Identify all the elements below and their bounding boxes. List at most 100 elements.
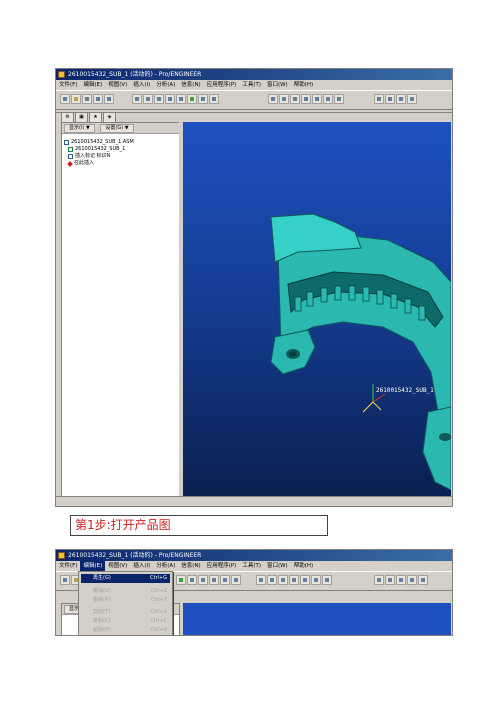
- paste-icon[interactable]: [176, 94, 186, 104]
- step-caption: 第1步:打开产品图: [70, 515, 328, 536]
- tree-node-insert-here[interactable]: 在此插入: [64, 160, 134, 167]
- tree-node-label: 2610015432_SUB_1.ASM: [71, 139, 134, 145]
- window-title: 2610015432_SUB_1 (活动的) - Pro/ENGINEER: [68, 552, 202, 559]
- menu-view[interactable]: 视图(V): [105, 561, 130, 571]
- menu-item-redo[interactable]: 重做(R) Ctrl+Y: [81, 596, 170, 605]
- shading-icon[interactable]: [407, 575, 417, 585]
- zoom-out-icon[interactable]: [312, 94, 322, 104]
- zoom-out-icon[interactable]: [289, 575, 299, 585]
- app-icon: [58, 71, 65, 78]
- tree-node-label: 2610015432_SUB_1: [75, 146, 126, 152]
- datum-planes-icon[interactable]: [418, 575, 428, 585]
- menu-applications[interactable]: 应用程序(P): [204, 561, 240, 571]
- tree-node-csys[interactable]: 2610015432_SUB_1: [64, 146, 134, 153]
- menu-info[interactable]: 信息(N): [178, 561, 203, 571]
- menu-file[interactable]: 文件(F): [56, 561, 80, 571]
- menu-file[interactable]: 文件(F): [56, 80, 80, 90]
- no-hidden-icon[interactable]: [396, 575, 406, 585]
- menu-tools[interactable]: 工具(T): [239, 561, 264, 571]
- spin-center-icon[interactable]: [256, 575, 266, 585]
- save-icon[interactable]: [82, 94, 92, 104]
- model-tree-header: 显示(I) ▼ 设置(G) ▼: [62, 123, 179, 134]
- select-icon[interactable]: [198, 575, 208, 585]
- menu-view[interactable]: 视图(V): [105, 80, 130, 90]
- saved-views-icon[interactable]: [334, 94, 344, 104]
- menu-insert[interactable]: 插入(I): [130, 561, 153, 571]
- save-copy-icon[interactable]: [93, 94, 103, 104]
- hidden-line-icon[interactable]: [385, 94, 395, 104]
- menu-info[interactable]: 信息(N): [178, 80, 203, 90]
- layers-icon[interactable]: [322, 575, 332, 585]
- menu-help[interactable]: 帮助(H): [291, 561, 316, 571]
- new-icon[interactable]: [60, 575, 70, 585]
- menu-window[interactable]: 窗口(W): [264, 80, 291, 90]
- part-model-graphic: 2610015432_SUB_1: [270, 213, 451, 491]
- toolbar: [56, 90, 452, 110]
- repaint-icon[interactable]: [268, 94, 278, 104]
- status-bar: [56, 496, 452, 506]
- graphics-area[interactable]: 2610015432_SUB_1: [183, 122, 451, 497]
- title-bar: 2610015432_SUB_1 (活动的) - Pro/ENGINEER: [56, 69, 452, 80]
- tree-node-assembly[interactable]: 2610015432_SUB_1.ASM: [64, 139, 134, 146]
- model-csys-label: 2610015432_SUB_1: [376, 387, 434, 394]
- regenerate-icon[interactable]: [176, 575, 186, 585]
- paste-icon[interactable]: [220, 575, 230, 585]
- toolbar-view-group: [268, 94, 344, 106]
- zoom-in-icon[interactable]: [301, 94, 311, 104]
- menu-tools[interactable]: 工具(T): [239, 80, 264, 90]
- graphics-area[interactable]: [183, 603, 451, 635]
- wireframe-icon[interactable]: [374, 575, 384, 585]
- wireframe-icon[interactable]: [374, 94, 384, 104]
- toolbar-display-group: [374, 575, 428, 587]
- redo-icon[interactable]: [143, 94, 153, 104]
- settings-dropdown[interactable]: 设置(G) ▼: [100, 124, 134, 133]
- hidden-line-icon[interactable]: [385, 575, 395, 585]
- menu-item-undo[interactable]: 撤消(U) Ctrl+Z: [81, 587, 170, 596]
- menu-item-regenerate[interactable]: 再生(G) Ctrl+G: [81, 574, 170, 583]
- menu-insert[interactable]: 插入(I): [130, 80, 153, 90]
- cut-icon[interactable]: [154, 94, 164, 104]
- print-icon[interactable]: [104, 94, 114, 104]
- model-tree-panel: 显示(I) ▼ 设置(G) ▼ 2610015432_SUB_1.ASM 261…: [61, 122, 180, 499]
- orient-icon[interactable]: [267, 575, 277, 585]
- menu-window[interactable]: 窗口(W): [264, 561, 291, 571]
- saved-views-icon[interactable]: [311, 575, 321, 585]
- menu-item-copy[interactable]: 复制(C) Ctrl+C: [81, 617, 170, 626]
- tree-node-label: 在此插入: [74, 160, 95, 166]
- orient-icon[interactable]: [290, 94, 300, 104]
- find-icon[interactable]: [187, 575, 197, 585]
- refit-icon[interactable]: [323, 94, 333, 104]
- menu-applications[interactable]: 应用程序(P): [204, 80, 240, 90]
- refit-icon[interactable]: [300, 575, 310, 585]
- undo-icon[interactable]: [132, 94, 142, 104]
- menu-item-paste[interactable]: 粘贴(P) Ctrl+V: [81, 626, 170, 635]
- menu-item-label: 重做(R): [93, 597, 111, 603]
- new-icon[interactable]: [60, 94, 70, 104]
- menu-item-label: 再生(G): [93, 575, 111, 581]
- edit-menu-dropdown: 再生(G) Ctrl+G 撤消(U) Ctrl+Z 重做(R) Ctrl+Y 剪切(T…: [78, 571, 173, 635]
- zoom-in-icon[interactable]: [278, 575, 288, 585]
- select-icon[interactable]: [209, 94, 219, 104]
- no-hidden-icon[interactable]: [396, 94, 406, 104]
- toolbar-view-group: [256, 575, 332, 587]
- menu-item-shortcut: Ctrl+G: [150, 575, 167, 581]
- tree-node-feature[interactable]: 插入标记 标识N: [64, 153, 134, 160]
- open-icon[interactable]: [71, 94, 81, 104]
- show-dropdown[interactable]: 显示(I) ▼: [64, 124, 95, 133]
- copy-icon[interactable]: [209, 575, 219, 585]
- menu-help[interactable]: 帮助(H): [291, 80, 316, 90]
- menu-edit[interactable]: 编辑(E): [80, 80, 105, 90]
- menu-edit[interactable]: 编辑(E): [80, 561, 106, 571]
- menu-analysis[interactable]: 分析(A): [153, 80, 178, 90]
- repaint-icon[interactable]: [231, 575, 241, 585]
- shading-icon[interactable]: [407, 94, 417, 104]
- find-icon[interactable]: [198, 94, 208, 104]
- regenerate-icon[interactable]: [187, 94, 197, 104]
- spin-center-icon[interactable]: [279, 94, 289, 104]
- copy-icon[interactable]: [165, 94, 175, 104]
- title-bar: 2610015432_SUB_1 (活动的) - Pro/ENGINEER: [56, 550, 452, 561]
- menu-item-cut[interactable]: 剪切(T) Ctrl+X: [81, 608, 170, 617]
- menu-analysis[interactable]: 分析(A): [153, 561, 178, 571]
- navigator-tabs: ⚙ ▣ ★ ◈: [61, 112, 116, 123]
- menu-item-label: 粘贴(P): [93, 627, 110, 633]
